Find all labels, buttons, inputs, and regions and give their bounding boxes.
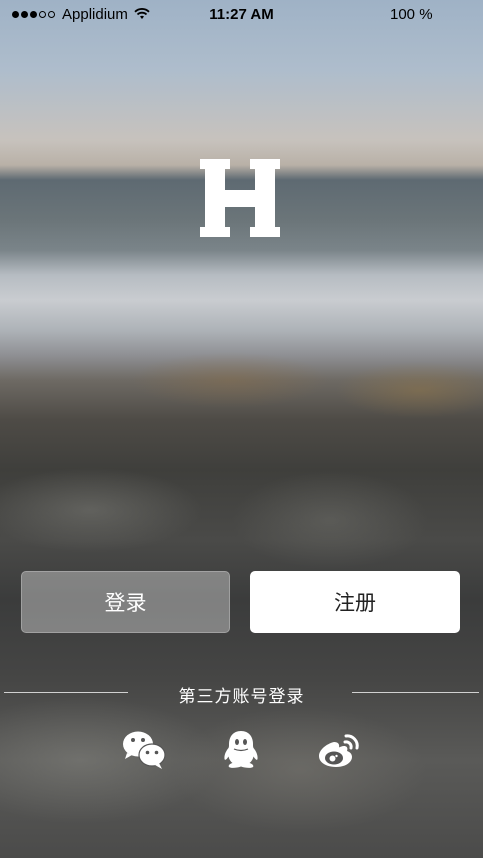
status-bar: Applidium 11:27 AM 100 % (0, 0, 483, 30)
login-screen: Applidium 11:27 AM 100 % 登录 注册 第三方账号登录 (0, 0, 483, 858)
logo-h-icon (200, 159, 280, 237)
divider-right (352, 692, 479, 693)
battery-percentage: 100 % (390, 6, 433, 23)
third-party-login-label: 第三方账号登录 (178, 687, 305, 706)
register-button-label: 注册 (334, 592, 376, 615)
app-logo (200, 157, 282, 244)
weibo-icon (319, 734, 359, 767)
register-button[interactable]: 注册 (250, 571, 460, 633)
wechat-login-button[interactable] (121, 728, 167, 770)
qq-login-button[interactable] (218, 728, 264, 770)
weibo-login-button[interactable] (315, 728, 361, 770)
wechat-icon (123, 731, 166, 769)
qq-icon (224, 731, 258, 768)
login-button-label: 登录 (104, 592, 147, 615)
login-button[interactable]: 登录 (21, 571, 230, 633)
